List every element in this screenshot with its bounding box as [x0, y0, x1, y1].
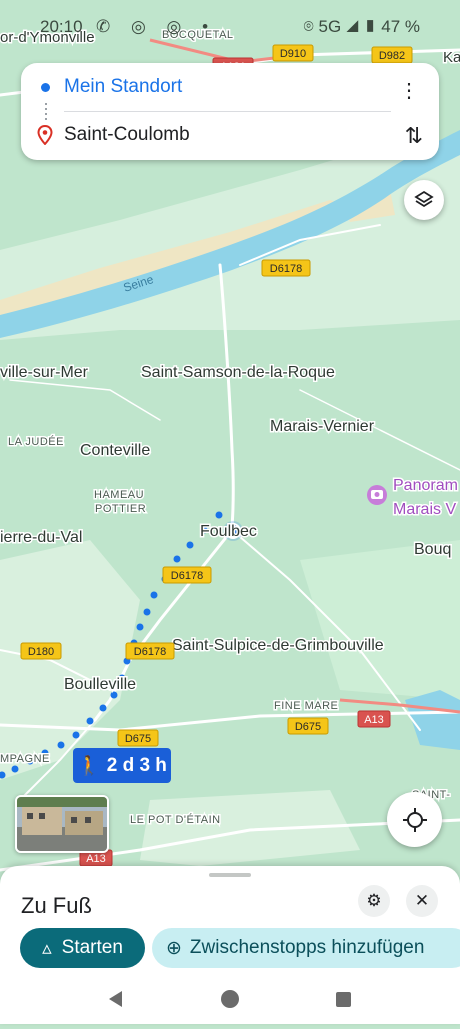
road-badge: D675 — [287, 717, 329, 735]
svg-text:D6178: D6178 — [134, 646, 166, 658]
start-button-label: Starten — [61, 937, 123, 958]
road-badge: D675 — [117, 729, 159, 747]
add-stop-icon: ⊕ — [166, 937, 182, 959]
place-label[interactable]: Panoram — [392, 476, 460, 496]
add-stops-label: Zwischenstopps hinzufügen — [189, 937, 425, 958]
status-right: ⌾ 5G ◢ ▮ 47 % — [304, 17, 420, 37]
place-label[interactable]: LE POT D'ÉTAIN — [129, 812, 222, 828]
drag-handle[interactable] — [209, 873, 251, 877]
svg-text:A13: A13 — [364, 714, 384, 726]
location-status-icon: ⌾ — [303, 17, 314, 36]
back-icon[interactable] — [109, 991, 122, 1007]
sliders-icon: ⚙ — [366, 891, 382, 910]
road-badge: D982 — [371, 46, 413, 64]
svg-text:D982: D982 — [379, 50, 405, 62]
home-icon[interactable] — [221, 990, 239, 1008]
svg-text:D675: D675 — [295, 721, 321, 733]
travel-mode-title: Zu Fuß — [21, 893, 92, 918]
road-badge: D6178 — [162, 566, 212, 584]
destination-field[interactable]: Saint-Coulomb — [64, 124, 190, 146]
battery-level: 47 % — [381, 17, 420, 36]
svg-text:D6178: D6178 — [171, 570, 203, 582]
system-nav-bar — [0, 978, 460, 1024]
road-badge: D910 — [272, 44, 314, 62]
street-view-thumbnail[interactable] — [15, 795, 109, 853]
destination-pin-icon — [37, 125, 53, 145]
place-label[interactable]: Boulleville — [63, 675, 138, 695]
place-label[interactable]: POTTIER — [94, 502, 148, 517]
place-label[interactable]: MPAGNE — [0, 752, 51, 767]
my-location-button[interactable] — [387, 792, 442, 847]
route-duration: 2 d 3 h — [106, 754, 167, 776]
road-badge: A13 — [357, 710, 391, 728]
layers-icon — [414, 190, 434, 208]
svg-text:D675: D675 — [125, 733, 151, 745]
layers-button[interactable] — [404, 180, 444, 220]
road-badge: D6178 — [125, 642, 175, 660]
more-options-icon[interactable]: ⋮ — [399, 78, 419, 103]
network-type: 5G — [318, 17, 342, 36]
origin-field[interactable]: Mein Standort — [64, 76, 182, 98]
battery-icon: ▮ — [363, 17, 377, 36]
route-duration-badge[interactable]: 🚶 2 d 3 h — [73, 748, 171, 783]
place-label[interactable]: ierre-du-Val — [0, 528, 84, 548]
svg-text:D6178: D6178 — [270, 263, 302, 275]
start-button[interactable]: ▵ Starten — [20, 928, 145, 968]
road-badge: D180 — [20, 642, 62, 660]
place-label[interactable]: Saint-Samson-de-la-Roque — [140, 363, 337, 383]
divider — [64, 111, 391, 112]
place-label[interactable]: Saint-Sulpice-de-Grimbouville — [171, 636, 386, 656]
navigation-arrow-icon: ▵ — [42, 937, 52, 959]
close-icon: ✕ — [414, 891, 430, 910]
road-badge: D6178 — [261, 259, 311, 277]
svg-text:A13: A13 — [86, 853, 106, 865]
swap-icon[interactable]: ⇅ — [405, 123, 423, 149]
place-label[interactable]: ville-sur-Mer — [0, 363, 90, 383]
place-label[interactable]: Marais V — [392, 500, 458, 520]
street-view-image — [17, 797, 107, 851]
origin-row[interactable]: Mein Standort ⋮ — [21, 65, 439, 111]
place-label[interactable]: Bouq — [413, 540, 453, 560]
status-time: 20:10 — [40, 17, 83, 36]
add-stops-button[interactable]: ⊕ Zwischenstopps hinzufügen — [152, 928, 460, 968]
origin-dot-icon — [41, 83, 50, 92]
notification-icons: ✆ ◎ ◎ • — [96, 17, 217, 36]
place-label[interactable]: Marais-Vernier — [269, 417, 377, 437]
place-label[interactable]: LA JUDÉE — [7, 434, 65, 450]
place-label[interactable]: HAMEAU — [93, 488, 146, 503]
route-options-button[interactable]: ⚙ — [358, 885, 390, 917]
place-label[interactable]: Ka — [442, 48, 460, 68]
status-bar: 20:10 ✆ ◎ ◎ • ⌾ 5G ◢ ▮ 47 % — [0, 0, 460, 44]
signal-icon: ◢ — [345, 17, 359, 36]
close-button[interactable]: ✕ — [406, 885, 438, 917]
walking-icon: 🚶 — [77, 755, 101, 777]
place-label[interactable]: FINE MARE — [273, 699, 340, 714]
crosshair-icon — [402, 807, 427, 832]
place-label[interactable]: Foulbec — [199, 522, 259, 542]
place-label[interactable]: Conteville — [79, 441, 152, 461]
svg-text:D180: D180 — [28, 646, 54, 658]
destination-row[interactable]: Saint-Coulomb ⇅ — [21, 113, 439, 159]
recents-icon[interactable] — [336, 992, 351, 1007]
route-card: Mein Standort ⋮ Saint-Coulomb ⇅ — [21, 63, 439, 160]
svg-text:D910: D910 — [280, 48, 306, 60]
